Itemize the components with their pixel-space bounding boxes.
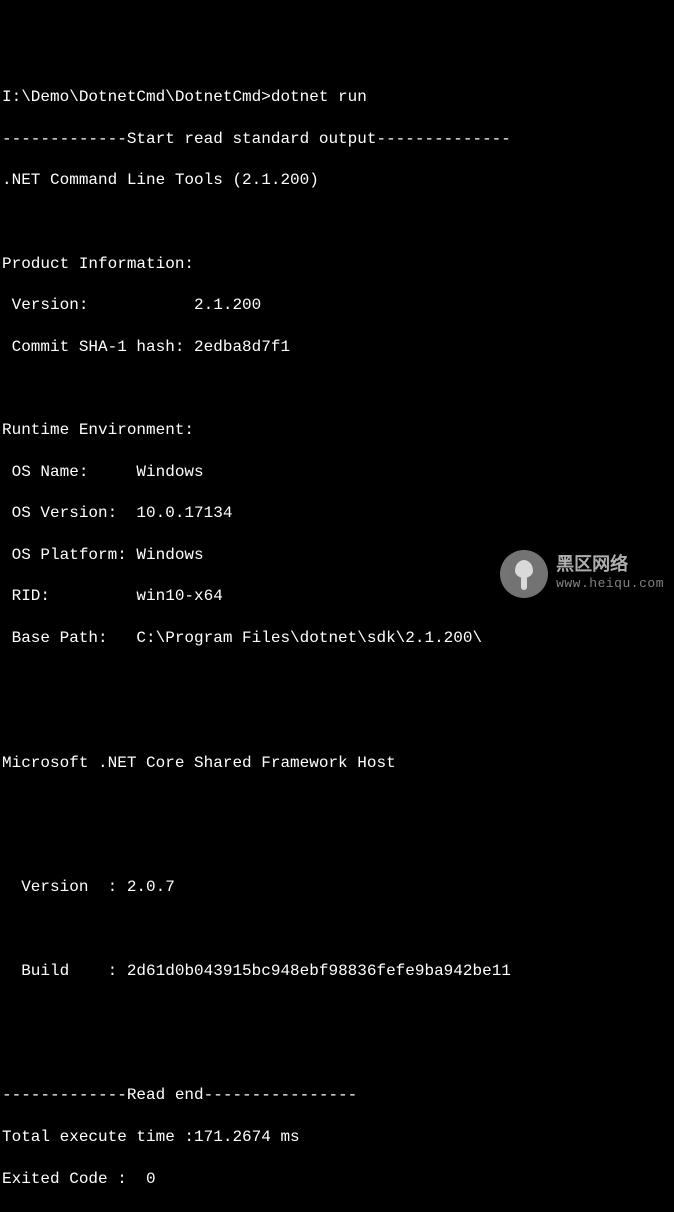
- prompt-command: dotnet run: [271, 88, 367, 106]
- product-version-value: 2.1.200: [194, 296, 261, 314]
- os-name-value: Windows: [136, 463, 203, 481]
- fh-build-row: Build : 2d61d0b043915bc948ebf98836fefe9b…: [2, 961, 672, 982]
- blank-line: [2, 1044, 672, 1065]
- product-commit-row: Commit SHA-1 hash: 2edba8d7f1: [2, 337, 672, 358]
- runtime-title: Runtime Environment:: [2, 420, 672, 441]
- rid-value: win10-x64: [136, 587, 222, 605]
- fh-version-row: Version : 2.0.7: [2, 877, 672, 898]
- product-version-row: Version: 2.1.200: [2, 295, 672, 316]
- base-path-value: C:\Program Files\dotnet\sdk\2.1.200\: [136, 629, 482, 647]
- exit-code-value: 0: [146, 1170, 156, 1188]
- base-path-row: Base Path: C:\Program Files\dotnet\sdk\2…: [2, 628, 672, 649]
- divider-start: -------------Start read standard output-…: [2, 129, 672, 150]
- blank-line: [2, 670, 672, 691]
- os-name-label: OS Name:: [2, 463, 136, 481]
- fh-build-label: Build :: [2, 962, 127, 980]
- watermark: 黑区网络 www.heiqu.com: [500, 550, 664, 598]
- blank-line: [2, 212, 672, 233]
- base-path-label: Base Path:: [2, 629, 136, 647]
- product-info-title: Product Information:: [2, 254, 672, 275]
- blank-line: [2, 1002, 672, 1023]
- product-version-label: Version:: [2, 296, 194, 314]
- watermark-url: www.heiqu.com: [556, 577, 664, 591]
- blank-line: [2, 711, 672, 732]
- os-platform-label: OS Platform:: [2, 546, 136, 564]
- os-name-row: OS Name: Windows: [2, 462, 672, 483]
- rid-label: RID:: [2, 587, 136, 605]
- product-commit-label: Commit SHA-1 hash:: [2, 338, 194, 356]
- blank-line: [2, 378, 672, 399]
- header-line: .NET Command Line Tools (2.1.200): [2, 170, 672, 191]
- os-version-label: OS Version:: [2, 504, 136, 522]
- exec-time-label: Total execute time :: [2, 1128, 194, 1146]
- blank-line: [2, 836, 672, 857]
- fh-version-value: 2.0.7: [127, 878, 175, 896]
- mushroom-icon: [500, 550, 548, 598]
- os-version-row: OS Version: 10.0.17134: [2, 503, 672, 524]
- blank-line: [2, 919, 672, 940]
- os-version-value: 10.0.17134: [136, 504, 232, 522]
- exit-code-label: Exited Code :: [2, 1170, 146, 1188]
- os-platform-value: Windows: [136, 546, 203, 564]
- prompt-line[interactable]: I:\Demo\DotnetCmd\DotnetCmd>dotnet run: [2, 87, 672, 108]
- fh-version-label: Version :: [2, 878, 127, 896]
- fh-build-value: 2d61d0b043915bc948ebf98836fefe9ba942be11: [127, 962, 511, 980]
- prompt-path: I:\Demo\DotnetCmd\DotnetCmd>: [2, 88, 271, 106]
- exec-time-row: Total execute time :171.2674 ms: [2, 1127, 672, 1148]
- framework-host-title: Microsoft .NET Core Shared Framework Hos…: [2, 753, 672, 774]
- exit-code-row: Exited Code : 0: [2, 1169, 672, 1190]
- watermark-cn: 黑区网络: [556, 557, 664, 577]
- divider-end: -------------Read end----------------: [2, 1085, 672, 1106]
- product-commit-value: 2edba8d7f1: [194, 338, 290, 356]
- watermark-text: 黑区网络 www.heiqu.com: [556, 557, 664, 591]
- blank-line: [2, 794, 672, 815]
- exec-time-value: 171.2674 ms: [194, 1128, 300, 1146]
